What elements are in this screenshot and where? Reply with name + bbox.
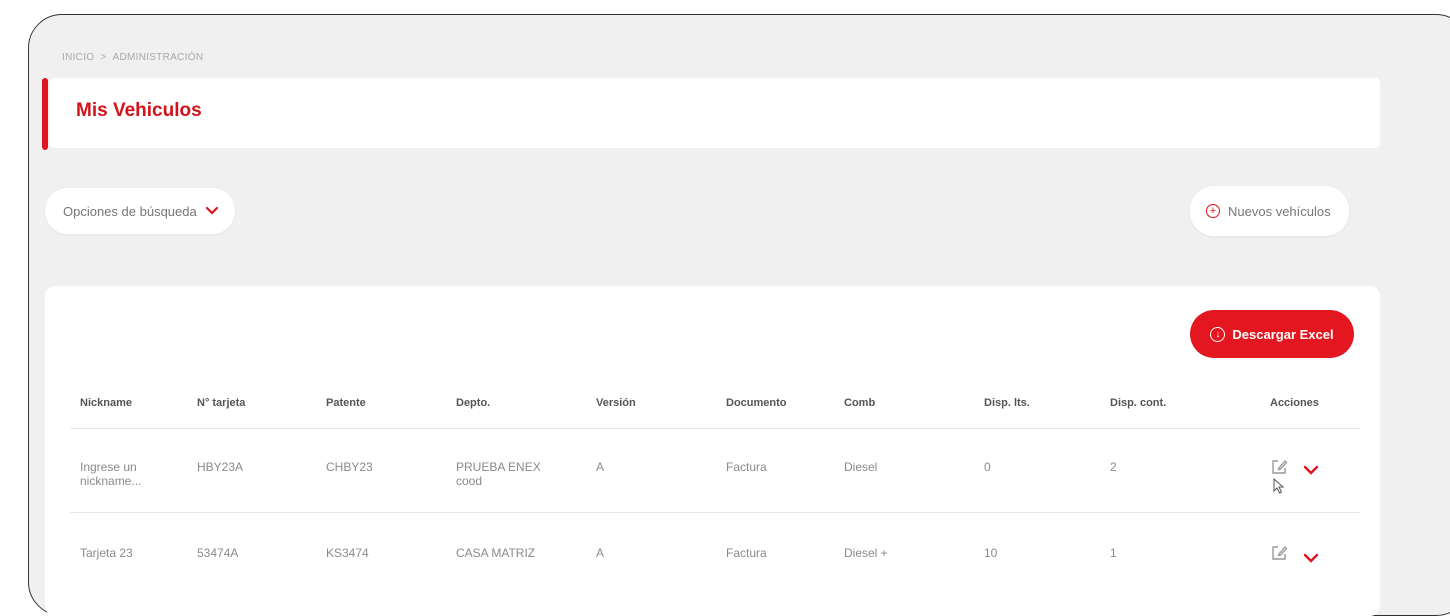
- vehicles-table-card: [45, 286, 1380, 616]
- column-header-documento[interactable]: Documento: [726, 397, 787, 409]
- column-header-tarjeta[interactable]: N° tarjeta: [197, 397, 245, 409]
- cell-disp-lts: 0: [984, 460, 991, 474]
- cell-nickname[interactable]: Ingrese un nickname...: [80, 460, 160, 488]
- search-options-button[interactable]: Opciones de búsqueda: [45, 188, 235, 234]
- cell-documento: Factura: [726, 546, 767, 560]
- column-header-disp-lts[interactable]: Disp. lts.: [984, 397, 1030, 409]
- cell-tarjeta: 53474A: [197, 546, 239, 560]
- chevron-down-icon[interactable]: [1303, 462, 1319, 480]
- plus-circle-icon: +: [1206, 204, 1220, 218]
- breadcrumb-home[interactable]: INICIO: [62, 52, 94, 63]
- new-vehicles-button[interactable]: + Nuevos vehículos: [1190, 186, 1349, 236]
- page-title: Mis Vehiculos: [76, 100, 202, 121]
- download-icon: ↓: [1210, 326, 1226, 342]
- breadcrumb-separator: >: [100, 52, 107, 63]
- cell-patente: KS3474: [326, 546, 369, 560]
- cell-patente: CHBY23: [326, 460, 373, 474]
- breadcrumb: INICIO > ADMINISTRACIÓN: [62, 52, 203, 63]
- cell-disp-cont: 2: [1110, 460, 1117, 474]
- cell-version: A: [596, 460, 605, 474]
- column-header-comb[interactable]: Comb: [844, 397, 875, 409]
- column-header-version[interactable]: Versión: [596, 397, 636, 409]
- cell-depto: PRUEBA ENEX cood: [456, 460, 541, 488]
- mouse-pointer-icon: [1273, 477, 1285, 499]
- cell-nickname[interactable]: Tarjeta 23: [80, 546, 133, 560]
- cell-tarjeta: HBY23A: [197, 460, 244, 474]
- cell-documento: Factura: [726, 460, 767, 474]
- cell-comb: Diesel +: [844, 546, 888, 560]
- breadcrumb-current: ADMINISTRACIÓN: [112, 52, 204, 63]
- download-excel-button[interactable]: ↓ Descargar Excel: [1190, 310, 1354, 358]
- cell-disp-lts: 10: [984, 546, 998, 560]
- column-header-depto[interactable]: Depto.: [456, 397, 490, 409]
- cell-version: A: [596, 546, 605, 560]
- column-header-nickname[interactable]: Nickname: [80, 397, 132, 409]
- new-vehicles-label: Nuevos vehículos: [1228, 203, 1331, 219]
- edit-icon[interactable]: [1270, 544, 1288, 567]
- column-header-disp-cont[interactable]: Disp. cont.: [1110, 397, 1166, 409]
- search-options-label: Opciones de búsqueda: [63, 203, 197, 219]
- column-header-patente[interactable]: Patente: [326, 397, 366, 409]
- header-divider: [70, 428, 1360, 429]
- cell-depto: CASA MATRIZ: [456, 546, 536, 560]
- cell-comb: Diesel: [844, 460, 878, 474]
- title-card: [50, 78, 1380, 148]
- title-accent-bar: [42, 78, 48, 150]
- chevron-down-icon: [205, 204, 219, 219]
- download-excel-label: Descargar Excel: [1232, 326, 1334, 342]
- column-header-acciones: Acciones: [1270, 397, 1319, 409]
- row-divider: [70, 512, 1360, 513]
- cell-disp-cont: 1: [1110, 546, 1117, 560]
- chevron-down-icon[interactable]: [1303, 550, 1319, 568]
